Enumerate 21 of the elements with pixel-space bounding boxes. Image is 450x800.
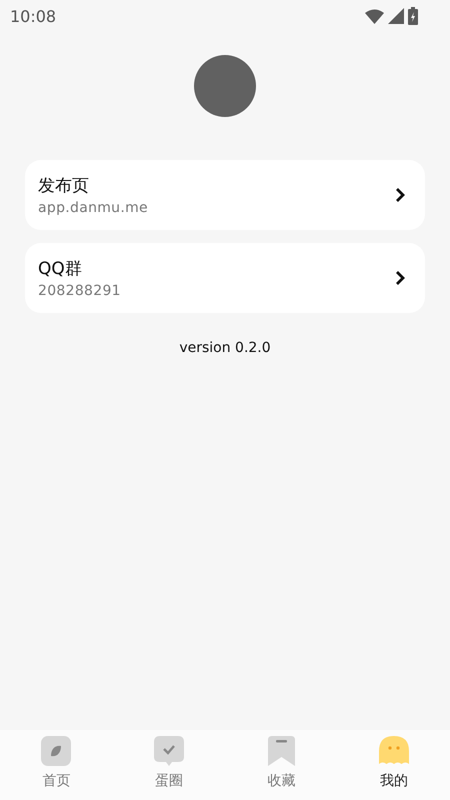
link-title: 发布页 — [38, 175, 90, 197]
chevron-right-icon — [395, 270, 405, 286]
nav-tab[interactable]: 收藏 — [225, 730, 338, 800]
signal-icon — [388, 8, 404, 24]
status-time: 10:08 — [10, 6, 56, 26]
link-subtitle: 208288291 — [38, 283, 121, 299]
chevron-right-icon — [395, 187, 405, 203]
leaf-icon — [41, 736, 72, 766]
version-text: version 0.2.0 — [179, 340, 271, 356]
link-card[interactable]: QQ群 208288291 — [25, 243, 425, 313]
nav-tab[interactable]: 我的 — [338, 730, 450, 800]
chat-check-icon — [154, 736, 184, 766]
ghost-icon — [378, 736, 409, 766]
link-card[interactable]: 发布页 app.danmu.me — [25, 160, 425, 230]
nav-tab[interactable]: 蛋圈 — [112, 730, 225, 800]
nav-tab[interactable]: 首页 — [0, 730, 112, 800]
wifi-icon — [365, 8, 384, 24]
battery-charging-icon — [408, 7, 418, 25]
bookmark-icon — [268, 736, 295, 766]
link-title: QQ群 — [38, 258, 83, 280]
link-subtitle: app.danmu.me — [38, 200, 148, 216]
